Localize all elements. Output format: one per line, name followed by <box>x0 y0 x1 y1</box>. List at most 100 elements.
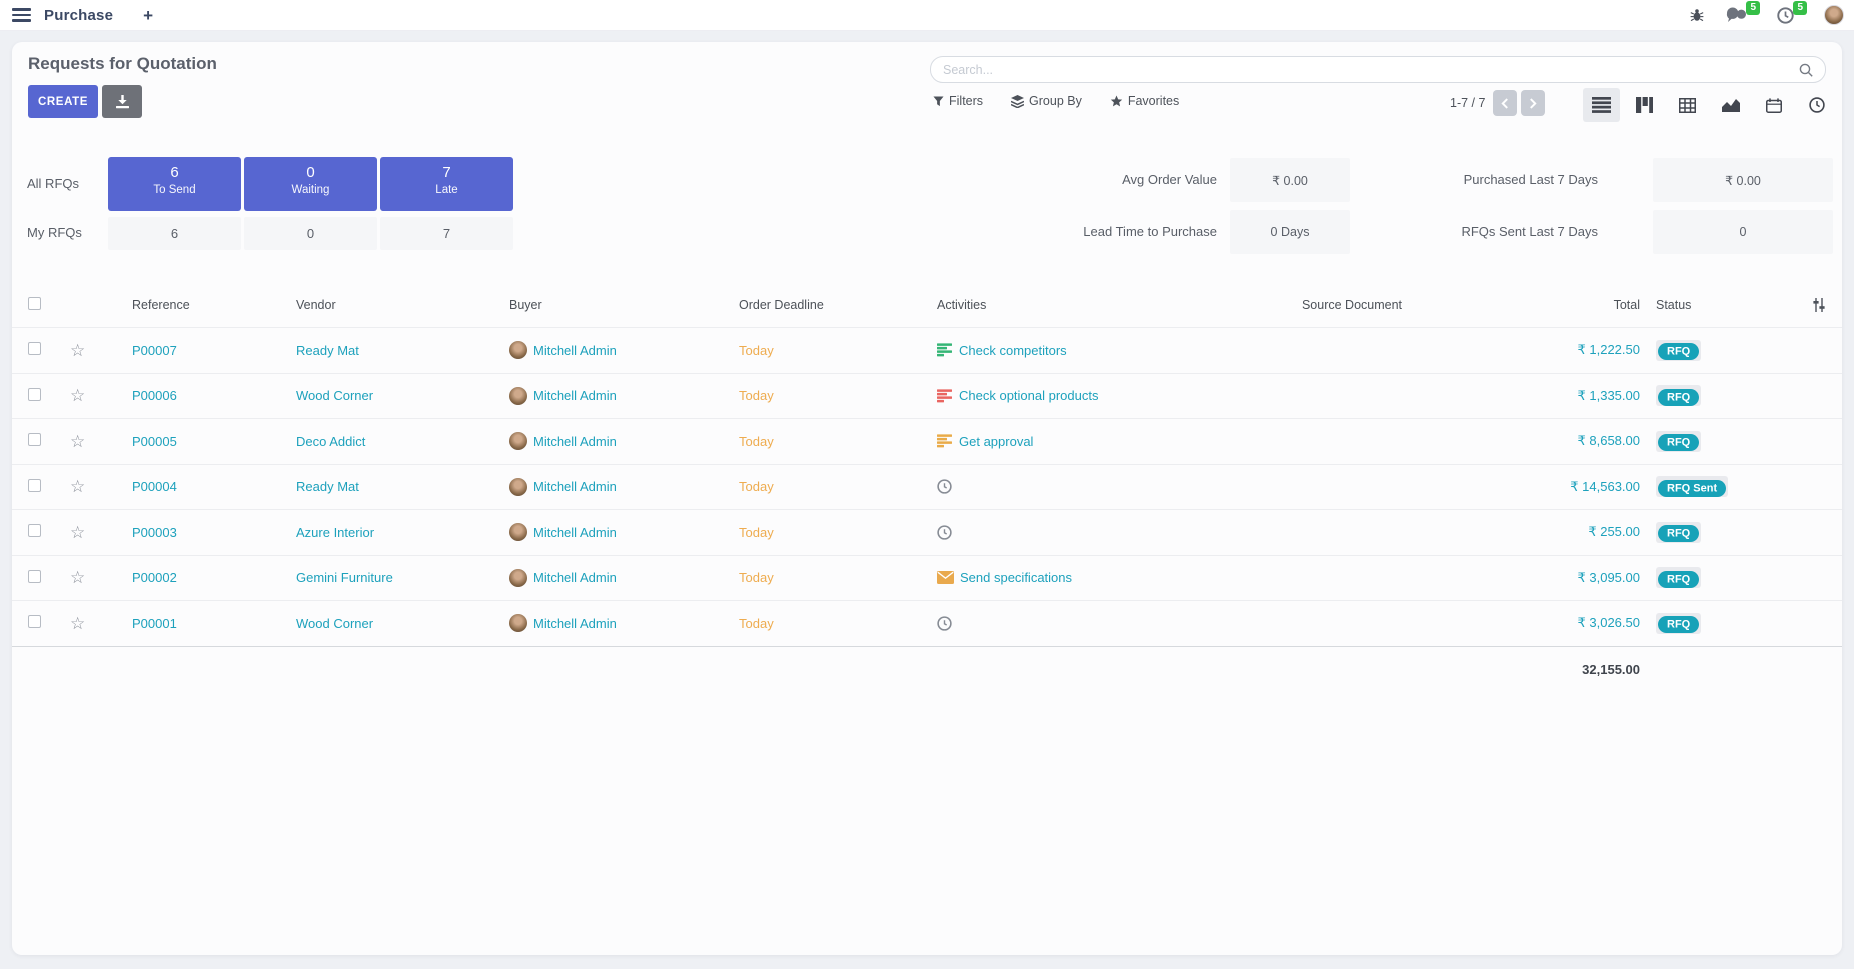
vendor-link[interactable]: Wood Corner <box>296 388 509 403</box>
table-row[interactable]: ☆ P00004 Ready Mat Mitchell Admin Today … <box>12 464 1842 510</box>
activity-link[interactable]: Check optional products <box>959 388 1098 403</box>
buyer-link[interactable]: Mitchell Admin <box>533 525 617 540</box>
row-checkbox[interactable] <box>28 479 41 492</box>
avg-order-value-box[interactable]: ₹ 0.00 <box>1230 158 1350 202</box>
status-badge[interactable]: RFQ <box>1656 340 1701 361</box>
header-source-document[interactable]: Source Document <box>1247 298 1457 312</box>
order-deadline-cell[interactable]: Today <box>739 479 937 494</box>
messages-icon[interactable]: 5 <box>1726 7 1747 23</box>
status-badge[interactable]: RFQ <box>1656 567 1701 588</box>
filters-button[interactable]: Filters <box>933 94 983 108</box>
tile-late[interactable]: 7 Late <box>380 157 513 211</box>
pager-range[interactable]: 1-7 / 7 <box>1450 96 1485 110</box>
favorite-star-icon[interactable]: ☆ <box>70 432 85 451</box>
header-order-deadline[interactable]: Order Deadline <box>739 298 937 312</box>
row-checkbox[interactable] <box>28 524 41 537</box>
status-badge[interactable]: RFQ <box>1656 613 1701 634</box>
favorite-star-icon[interactable]: ☆ <box>70 341 85 360</box>
row-checkbox[interactable] <box>28 433 41 446</box>
activity-view-button[interactable] <box>1798 88 1835 122</box>
order-deadline-cell[interactable]: Today <box>739 570 937 585</box>
header-reference[interactable]: Reference <box>132 298 296 312</box>
tile-waiting[interactable]: 0 Waiting <box>244 157 377 211</box>
table-row[interactable]: ☆ P00006 Wood Corner Mitchell Admin Toda… <box>12 373 1842 419</box>
vendor-link[interactable]: Ready Mat <box>296 479 509 494</box>
status-badge[interactable]: RFQ Sent <box>1656 476 1728 497</box>
buyer-link[interactable]: Mitchell Admin <box>533 616 617 631</box>
lead-time-box[interactable]: 0 Days <box>1230 210 1350 254</box>
activity-link[interactable]: Check competitors <box>959 343 1067 358</box>
create-button[interactable]: CREATE <box>28 85 98 118</box>
header-total[interactable]: Total <box>1457 298 1640 312</box>
rfqs-sent-last-7-days-box[interactable]: 0 <box>1653 210 1833 254</box>
order-deadline-cell[interactable]: Today <box>739 388 937 403</box>
total-cell[interactable]: ₹ 3,095.00 <box>1457 570 1640 586</box>
my-tile-waiting[interactable]: 0 <box>244 217 377 250</box>
list-view-button[interactable] <box>1583 88 1620 122</box>
purchased-last-7-days-box[interactable]: ₹ 0.00 <box>1653 158 1833 202</box>
order-deadline-cell[interactable]: Today <box>739 525 937 540</box>
tile-to-send[interactable]: 6 To Send <box>108 157 241 211</box>
total-cell[interactable]: ₹ 1,222.50 <box>1457 342 1640 358</box>
buyer-link[interactable]: Mitchell Admin <box>533 388 617 403</box>
header-activities[interactable]: Activities <box>937 298 1247 312</box>
my-tile-to-send[interactable]: 6 <box>108 217 241 250</box>
optional-columns-icon[interactable] <box>1812 298 1826 312</box>
row-checkbox[interactable] <box>28 615 41 628</box>
vendor-link[interactable]: Wood Corner <box>296 616 509 631</box>
pivot-view-button[interactable] <box>1669 88 1706 122</box>
my-tile-late[interactable]: 7 <box>380 217 513 250</box>
order-deadline-cell[interactable]: Today <box>739 434 937 449</box>
reference-link[interactable]: P00001 <box>132 616 296 631</box>
status-badge[interactable]: RFQ <box>1656 385 1701 406</box>
order-deadline-cell[interactable]: Today <box>739 616 937 631</box>
buyer-link[interactable]: Mitchell Admin <box>533 434 617 449</box>
table-row[interactable]: ☆ P00001 Wood Corner Mitchell Admin Toda… <box>12 600 1842 646</box>
calendar-view-button[interactable] <box>1755 88 1792 122</box>
header-buyer[interactable]: Buyer <box>509 298 739 312</box>
favorite-star-icon[interactable]: ☆ <box>70 386 85 405</box>
debug-bug-icon[interactable] <box>1690 8 1704 22</box>
activity-link[interactable]: Get approval <box>959 434 1033 449</box>
row-checkbox[interactable] <box>28 570 41 583</box>
new-record-plus-icon[interactable]: + <box>143 7 153 24</box>
total-cell[interactable]: ₹ 3,026.50 <box>1457 615 1640 631</box>
buyer-link[interactable]: Mitchell Admin <box>533 479 617 494</box>
activity-link[interactable]: Send specifications <box>960 570 1072 585</box>
order-deadline-cell[interactable]: Today <box>739 343 937 358</box>
search-icon[interactable] <box>1799 63 1813 77</box>
table-row[interactable]: ☆ P00003 Azure Interior Mitchell Admin T… <box>12 509 1842 555</box>
pager-previous-button[interactable] <box>1493 90 1517 116</box>
search-input[interactable] <box>931 63 1799 77</box>
reference-link[interactable]: P00003 <box>132 525 296 540</box>
vendor-link[interactable]: Ready Mat <box>296 343 509 358</box>
activity-clock-icon[interactable] <box>937 479 952 494</box>
row-checkbox[interactable] <box>28 342 41 355</box>
table-row[interactable]: ☆ P00002 Gemini Furniture Mitchell Admin… <box>12 555 1842 601</box>
reference-link[interactable]: P00005 <box>132 434 296 449</box>
hamburger-menu-icon[interactable] <box>12 8 31 22</box>
header-status[interactable]: Status <box>1640 298 1790 312</box>
table-row[interactable]: ☆ P00005 Deco Addict Mitchell Admin Toda… <box>12 418 1842 464</box>
total-cell[interactable]: ₹ 1,335.00 <box>1457 388 1640 404</box>
activity-clock-icon[interactable] <box>937 616 952 631</box>
select-all-checkbox[interactable] <box>28 297 41 310</box>
favorite-star-icon[interactable]: ☆ <box>70 523 85 542</box>
user-avatar[interactable] <box>1824 5 1844 25</box>
graph-view-button[interactable] <box>1712 88 1749 122</box>
total-cell[interactable]: ₹ 8,658.00 <box>1457 433 1640 449</box>
table-row[interactable]: ☆ P00007 Ready Mat Mitchell Admin Today … <box>12 327 1842 373</box>
favorite-star-icon[interactable]: ☆ <box>70 568 85 587</box>
row-checkbox[interactable] <box>28 388 41 401</box>
buyer-link[interactable]: Mitchell Admin <box>533 343 617 358</box>
vendor-link[interactable]: Deco Addict <box>296 434 509 449</box>
vendor-link[interactable]: Azure Interior <box>296 525 509 540</box>
favorites-button[interactable]: Favorites <box>1110 94 1179 108</box>
status-badge[interactable]: RFQ <box>1656 522 1701 543</box>
reference-link[interactable]: P00006 <box>132 388 296 403</box>
activity-clock-icon[interactable] <box>937 525 952 540</box>
kanban-view-button[interactable] <box>1626 88 1663 122</box>
total-cell[interactable]: ₹ 255.00 <box>1457 524 1640 540</box>
total-cell[interactable]: ₹ 14,563.00 <box>1457 479 1640 495</box>
pager-next-button[interactable] <box>1521 90 1545 116</box>
